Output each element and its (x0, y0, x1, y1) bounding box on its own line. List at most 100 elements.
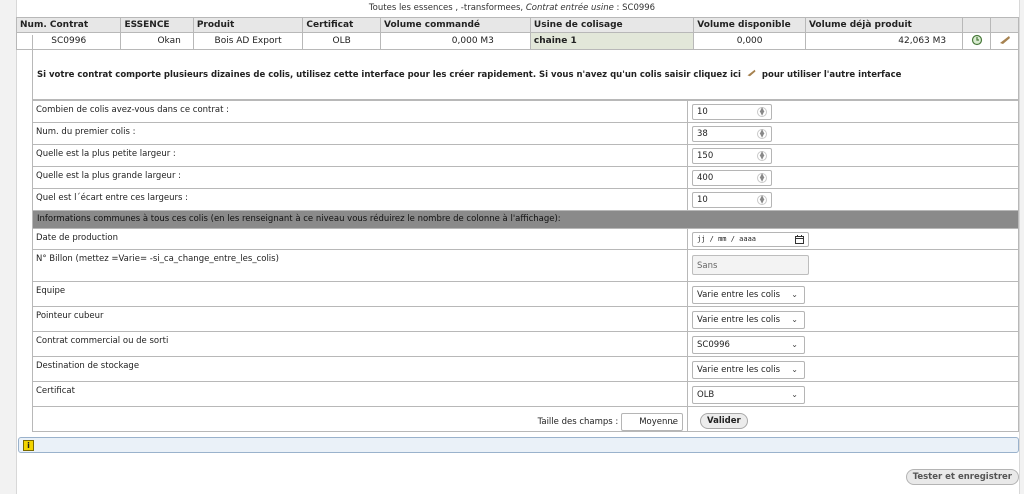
status-bar: i (18, 437, 1019, 453)
form-row: Equipe Varie entre les colis ⌄ (32, 281, 1019, 307)
petite-largeur-value: 150 (697, 151, 714, 161)
nb-colis-input[interactable]: 10 ▲ ▼ (692, 104, 772, 120)
col-produit: Produit (192, 17, 304, 33)
nb-colis-value: 10 (697, 107, 708, 117)
premier-colis-label: Num. du premier colis : (32, 122, 688, 145)
header-suffix: : SC0996 (616, 3, 656, 13)
calendar-icon[interactable] (795, 235, 804, 246)
header-italic: Contrat entrée usine (525, 3, 614, 13)
spinner-icon[interactable]: ▲ ▼ (757, 173, 767, 183)
pointeur-select[interactable]: Varie entre les colis ⌄ (692, 311, 805, 329)
destination-cell: Varie entre les colis ⌄ (687, 356, 1019, 382)
form-row: Quel est l´écart entre ces largeurs : 10… (32, 188, 1019, 211)
date-label: Date de production (32, 228, 688, 250)
contrat-value: SC0996 (697, 340, 730, 350)
taille-label: Taille des champs : (537, 417, 619, 427)
knife-link-icon[interactable] (746, 69, 757, 80)
valider-button[interactable]: Valider (700, 413, 748, 429)
date-placeholder: jj / mm / aaaa (697, 235, 757, 243)
chevron-down-icon: ⌄ (669, 417, 676, 426)
billon-cell: Sans (687, 249, 1019, 282)
petite-largeur-input[interactable]: 150 ▲ ▼ (692, 148, 772, 164)
form-row: Destination de stockage Varie entre les … (32, 356, 1019, 382)
premier-colis-input[interactable]: 38 ▲ ▼ (692, 126, 772, 142)
form-row: Pointeur cubeur Varie entre les colis ⌄ (32, 306, 1019, 332)
form-row: Combien de colis avez-vous dans ce contr… (32, 100, 1019, 123)
equipe-value: Varie entre les colis (697, 290, 781, 300)
col-action-1 (962, 17, 992, 33)
col-certificat: Certificat (302, 17, 381, 33)
petite-largeur-cell: 150 ▲ ▼ (687, 144, 1019, 167)
certificat-cell: OLB ⌄ (687, 381, 1019, 407)
page-header: Toutes les essences , -transformees, Con… (0, 3, 1024, 13)
col-essence: ESSENCE (120, 17, 194, 33)
destination-select[interactable]: Varie entre les colis ⌄ (692, 361, 805, 379)
info-text: Si votre contrat comporte plusieurs diza… (37, 69, 901, 80)
destination-label: Destination de stockage (32, 356, 688, 382)
petite-largeur-label: Quelle est la plus petite largeur : (32, 144, 688, 167)
form-row: Num. du premier colis : 38 ▲ ▼ (32, 122, 1019, 145)
spinner-icon[interactable]: ▲ ▼ (757, 151, 767, 161)
pointeur-value: Varie entre les colis (697, 315, 781, 325)
col-usine: Usine de colisage (529, 17, 695, 33)
col-volume-commande: Volume commandé (379, 17, 531, 33)
contract-table-header: Num. Contrat ESSENCE Produit Certificat … (15, 17, 1019, 33)
form-row: Certificat OLB ⌄ (32, 381, 1019, 407)
chevron-down-icon: ⌄ (791, 315, 798, 324)
chevron-down-icon: ⌄ (791, 340, 798, 349)
info-row: Si votre contrat comporte plusieurs diza… (32, 35, 1019, 100)
section-title: Informations communes à tous ces colis (… (32, 210, 1019, 229)
billon-input[interactable]: Sans (692, 255, 809, 275)
certificat-label: Certificat (32, 381, 688, 407)
contrat-label: Contrat commercial ou de sorti (32, 331, 688, 357)
grande-largeur-value: 400 (697, 173, 714, 183)
taille-select[interactable]: Moyenne ⌄ (621, 413, 683, 431)
spinner-icon[interactable]: ▲ ▼ (757, 107, 767, 117)
col-volume-disponible: Volume disponible (693, 17, 806, 33)
date-input[interactable]: jj / mm / aaaa (692, 232, 809, 247)
equipe-cell: Varie entre les colis ⌄ (687, 281, 1019, 307)
spinner-icon[interactable]: ▲ ▼ (757, 129, 767, 139)
col-num-contrat: Num. Contrat (15, 17, 122, 33)
info-text-after: pour utiliser l'autre interface (761, 70, 902, 80)
col-action-2 (990, 17, 1019, 33)
taille-cell: Taille des champs : Moyenne ⌄ (32, 406, 688, 432)
bulk-colis-form: Combien de colis avez-vous dans ce contr… (32, 100, 1019, 432)
contrat-cell: SC0996 ⌄ (687, 331, 1019, 357)
pointeur-cell: Varie entre les colis ⌄ (687, 306, 1019, 332)
grande-largeur-input[interactable]: 400 ▲ ▼ (692, 170, 772, 186)
premier-colis-value: 38 (697, 129, 708, 139)
valider-cell: Valider (687, 406, 1019, 432)
form-footer-row: Taille des champs : Moyenne ⌄ Valider (32, 406, 1019, 432)
billon-label: N° Billon (mettez =Varie= -si_ca_change_… (32, 249, 688, 282)
grande-largeur-cell: 400 ▲ ▼ (687, 166, 1019, 189)
spinner-icon[interactable]: ▲ ▼ (757, 195, 767, 205)
premier-colis-cell: 38 ▲ ▼ (687, 122, 1019, 145)
equipe-label: Equipe (32, 281, 688, 307)
chevron-down-icon: ⌄ (791, 390, 798, 399)
form-row: Quelle est la plus grande largeur : 400 ▲… (32, 166, 1019, 189)
certificat-value: OLB (697, 390, 715, 400)
section-header-row: Informations communes à tous ces colis (… (32, 210, 1019, 229)
nb-colis-label: Combien de colis avez-vous dans ce contr… (32, 100, 688, 123)
header-prefix: Toutes les essences , -transformees, (368, 3, 524, 13)
pointeur-label: Pointeur cubeur (32, 306, 688, 332)
form-row: N° Billon (mettez =Varie= -si_ca_change_… (32, 249, 1019, 282)
tester-enregistrer-button[interactable]: Tester et enregistrer (905, 469, 1019, 485)
contrat-select[interactable]: SC0996 ⌄ (692, 336, 805, 354)
col-volume-produit: Volume déjà produit (804, 17, 964, 33)
info-text-before: Si votre contrat comporte plusieurs diza… (37, 70, 741, 80)
warning-icon: i (23, 440, 34, 451)
form-row: Contrat commercial ou de sorti SC0996 ⌄ (32, 331, 1019, 357)
grande-largeur-label: Quelle est la plus grande largeur : (32, 166, 688, 189)
ecart-input[interactable]: 10 ▲ ▼ (692, 192, 772, 208)
date-cell: jj / mm / aaaa (687, 228, 1019, 250)
chevron-down-icon: ⌄ (791, 290, 798, 299)
ecart-value: 10 (697, 195, 708, 205)
ecart-label: Quel est l´écart entre ces largeurs : (32, 188, 688, 211)
certificat-select[interactable]: OLB ⌄ (692, 386, 805, 404)
nb-colis-cell: 10 ▲ ▼ (687, 100, 1019, 123)
ecart-cell: 10 ▲ ▼ (687, 188, 1019, 211)
equipe-select[interactable]: Varie entre les colis ⌄ (692, 286, 805, 304)
chevron-down-icon: ⌄ (791, 365, 798, 374)
